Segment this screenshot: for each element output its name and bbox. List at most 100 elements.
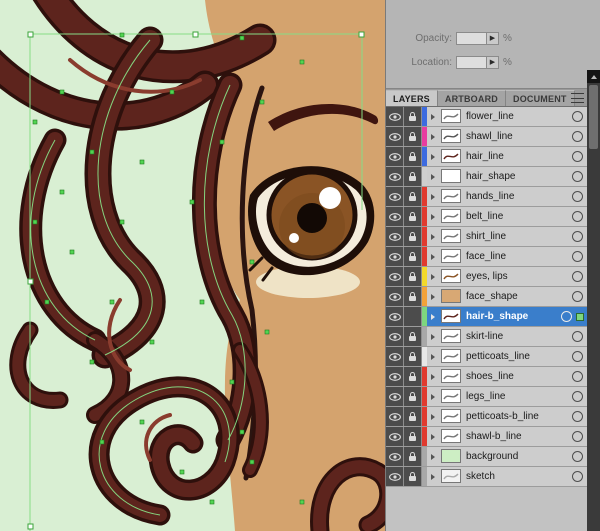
target-circle[interactable] — [572, 251, 583, 262]
expand-toggle[interactable] — [427, 107, 439, 126]
layer-thumbnail[interactable] — [441, 149, 461, 163]
expand-toggle[interactable] — [427, 167, 439, 186]
layer-row[interactable]: hair_line — [386, 147, 587, 167]
layer-name[interactable]: skirt-line — [463, 327, 570, 346]
lock-toggle[interactable] — [404, 447, 422, 466]
expand-toggle[interactable] — [427, 147, 439, 166]
scrollbar[interactable] — [587, 70, 600, 531]
visibility-toggle[interactable] — [386, 327, 404, 346]
expand-toggle[interactable] — [427, 347, 439, 366]
lock-toggle[interactable] — [404, 227, 422, 246]
layer-thumbnail[interactable] — [441, 409, 461, 423]
expand-toggle[interactable] — [427, 327, 439, 346]
layer-row[interactable]: sketch — [386, 467, 587, 487]
layer-row[interactable]: skirt-line — [386, 327, 587, 347]
layer-thumbnail[interactable] — [441, 209, 461, 223]
layer-thumbnail[interactable] — [441, 329, 461, 343]
expand-toggle[interactable] — [427, 467, 439, 486]
visibility-toggle[interactable] — [386, 207, 404, 226]
visibility-toggle[interactable] — [386, 367, 404, 386]
target-circle[interactable] — [572, 451, 583, 462]
location-dropdown-arrow-icon[interactable]: ▶ — [486, 55, 499, 69]
target-circle[interactable] — [572, 171, 583, 182]
layer-thumbnail[interactable] — [441, 449, 461, 463]
target-circle[interactable] — [572, 151, 583, 162]
expand-toggle[interactable] — [427, 287, 439, 306]
layer-name[interactable]: face_shape — [463, 287, 570, 306]
expand-toggle[interactable] — [427, 267, 439, 286]
visibility-toggle[interactable] — [386, 267, 404, 286]
visibility-toggle[interactable] — [386, 347, 404, 366]
visibility-toggle[interactable] — [386, 467, 404, 486]
expand-toggle[interactable] — [427, 207, 439, 226]
lock-toggle[interactable] — [404, 467, 422, 486]
target-circle[interactable] — [572, 211, 583, 222]
expand-toggle[interactable] — [427, 387, 439, 406]
layer-row[interactable]: background — [386, 447, 587, 467]
tab-document[interactable]: DOCUMENT — [506, 90, 575, 106]
layer-name[interactable]: hair_line — [463, 147, 570, 166]
target-circle[interactable] — [572, 371, 583, 382]
lock-toggle[interactable] — [404, 367, 422, 386]
lock-toggle[interactable] — [404, 287, 422, 306]
target-circle[interactable] — [572, 471, 583, 482]
layer-thumbnail[interactable] — [441, 429, 461, 443]
layer-name[interactable]: shirt_line — [463, 227, 570, 246]
lock-toggle[interactable] — [404, 127, 422, 146]
panel-menu-icon[interactable] — [571, 93, 584, 103]
scrollbar-thumb[interactable] — [589, 85, 598, 149]
layer-thumbnail[interactable] — [441, 289, 461, 303]
layer-name[interactable]: sketch — [463, 467, 570, 486]
layer-row[interactable]: belt_line — [386, 207, 587, 227]
lock-toggle[interactable] — [404, 407, 422, 426]
layer-thumbnail[interactable] — [441, 169, 461, 183]
lock-toggle[interactable] — [404, 147, 422, 166]
location-input[interactable] — [456, 55, 486, 69]
expand-toggle[interactable] — [427, 427, 439, 446]
layer-thumbnail[interactable] — [441, 229, 461, 243]
layer-thumbnail[interactable] — [441, 269, 461, 283]
artboard-canvas[interactable] — [0, 0, 385, 531]
expand-toggle[interactable] — [427, 127, 439, 146]
layer-name[interactable]: legs_line — [463, 387, 570, 406]
layer-thumbnail[interactable] — [441, 309, 461, 323]
lock-toggle[interactable] — [404, 207, 422, 226]
layer-name[interactable]: hair_shape — [463, 167, 570, 186]
visibility-toggle[interactable] — [386, 167, 404, 186]
visibility-toggle[interactable] — [386, 427, 404, 446]
visibility-toggle[interactable] — [386, 187, 404, 206]
lock-toggle[interactable] — [404, 307, 422, 326]
layer-thumbnail[interactable] — [441, 389, 461, 403]
layer-row[interactable]: hair-b_shape — [386, 307, 587, 327]
scroll-up-button[interactable] — [587, 70, 600, 83]
lock-toggle[interactable] — [404, 387, 422, 406]
expand-toggle[interactable] — [427, 247, 439, 266]
layer-thumbnail[interactable] — [441, 129, 461, 143]
visibility-toggle[interactable] — [386, 107, 404, 126]
layer-row[interactable]: shawl-b_line — [386, 427, 587, 447]
expand-toggle[interactable] — [427, 407, 439, 426]
lock-toggle[interactable] — [404, 167, 422, 186]
lock-toggle[interactable] — [404, 267, 422, 286]
target-circle[interactable] — [572, 191, 583, 202]
layer-thumbnail[interactable] — [441, 349, 461, 363]
layer-row[interactable]: eyes, lips — [386, 267, 587, 287]
tab-artboard[interactable]: ARTBOARD — [437, 90, 506, 106]
target-circle[interactable] — [572, 411, 583, 422]
layer-thumbnail[interactable] — [441, 189, 461, 203]
visibility-toggle[interactable] — [386, 407, 404, 426]
layer-name[interactable]: petticoats_line — [463, 347, 570, 366]
lock-toggle[interactable] — [404, 247, 422, 266]
target-circle[interactable] — [561, 311, 572, 322]
layer-thumbnail[interactable] — [441, 469, 461, 483]
layer-row[interactable]: petticoats_line — [386, 347, 587, 367]
expand-toggle[interactable] — [427, 227, 439, 246]
layer-name[interactable]: hands_line — [463, 187, 570, 206]
visibility-toggle[interactable] — [386, 147, 404, 166]
layer-name[interactable]: eyes, lips — [463, 267, 570, 286]
visibility-toggle[interactable] — [386, 247, 404, 266]
layer-name[interactable]: shawl-b_line — [463, 427, 570, 446]
layer-name[interactable]: belt_line — [463, 207, 570, 226]
target-circle[interactable] — [572, 111, 583, 122]
layer-thumbnail[interactable] — [441, 109, 461, 123]
